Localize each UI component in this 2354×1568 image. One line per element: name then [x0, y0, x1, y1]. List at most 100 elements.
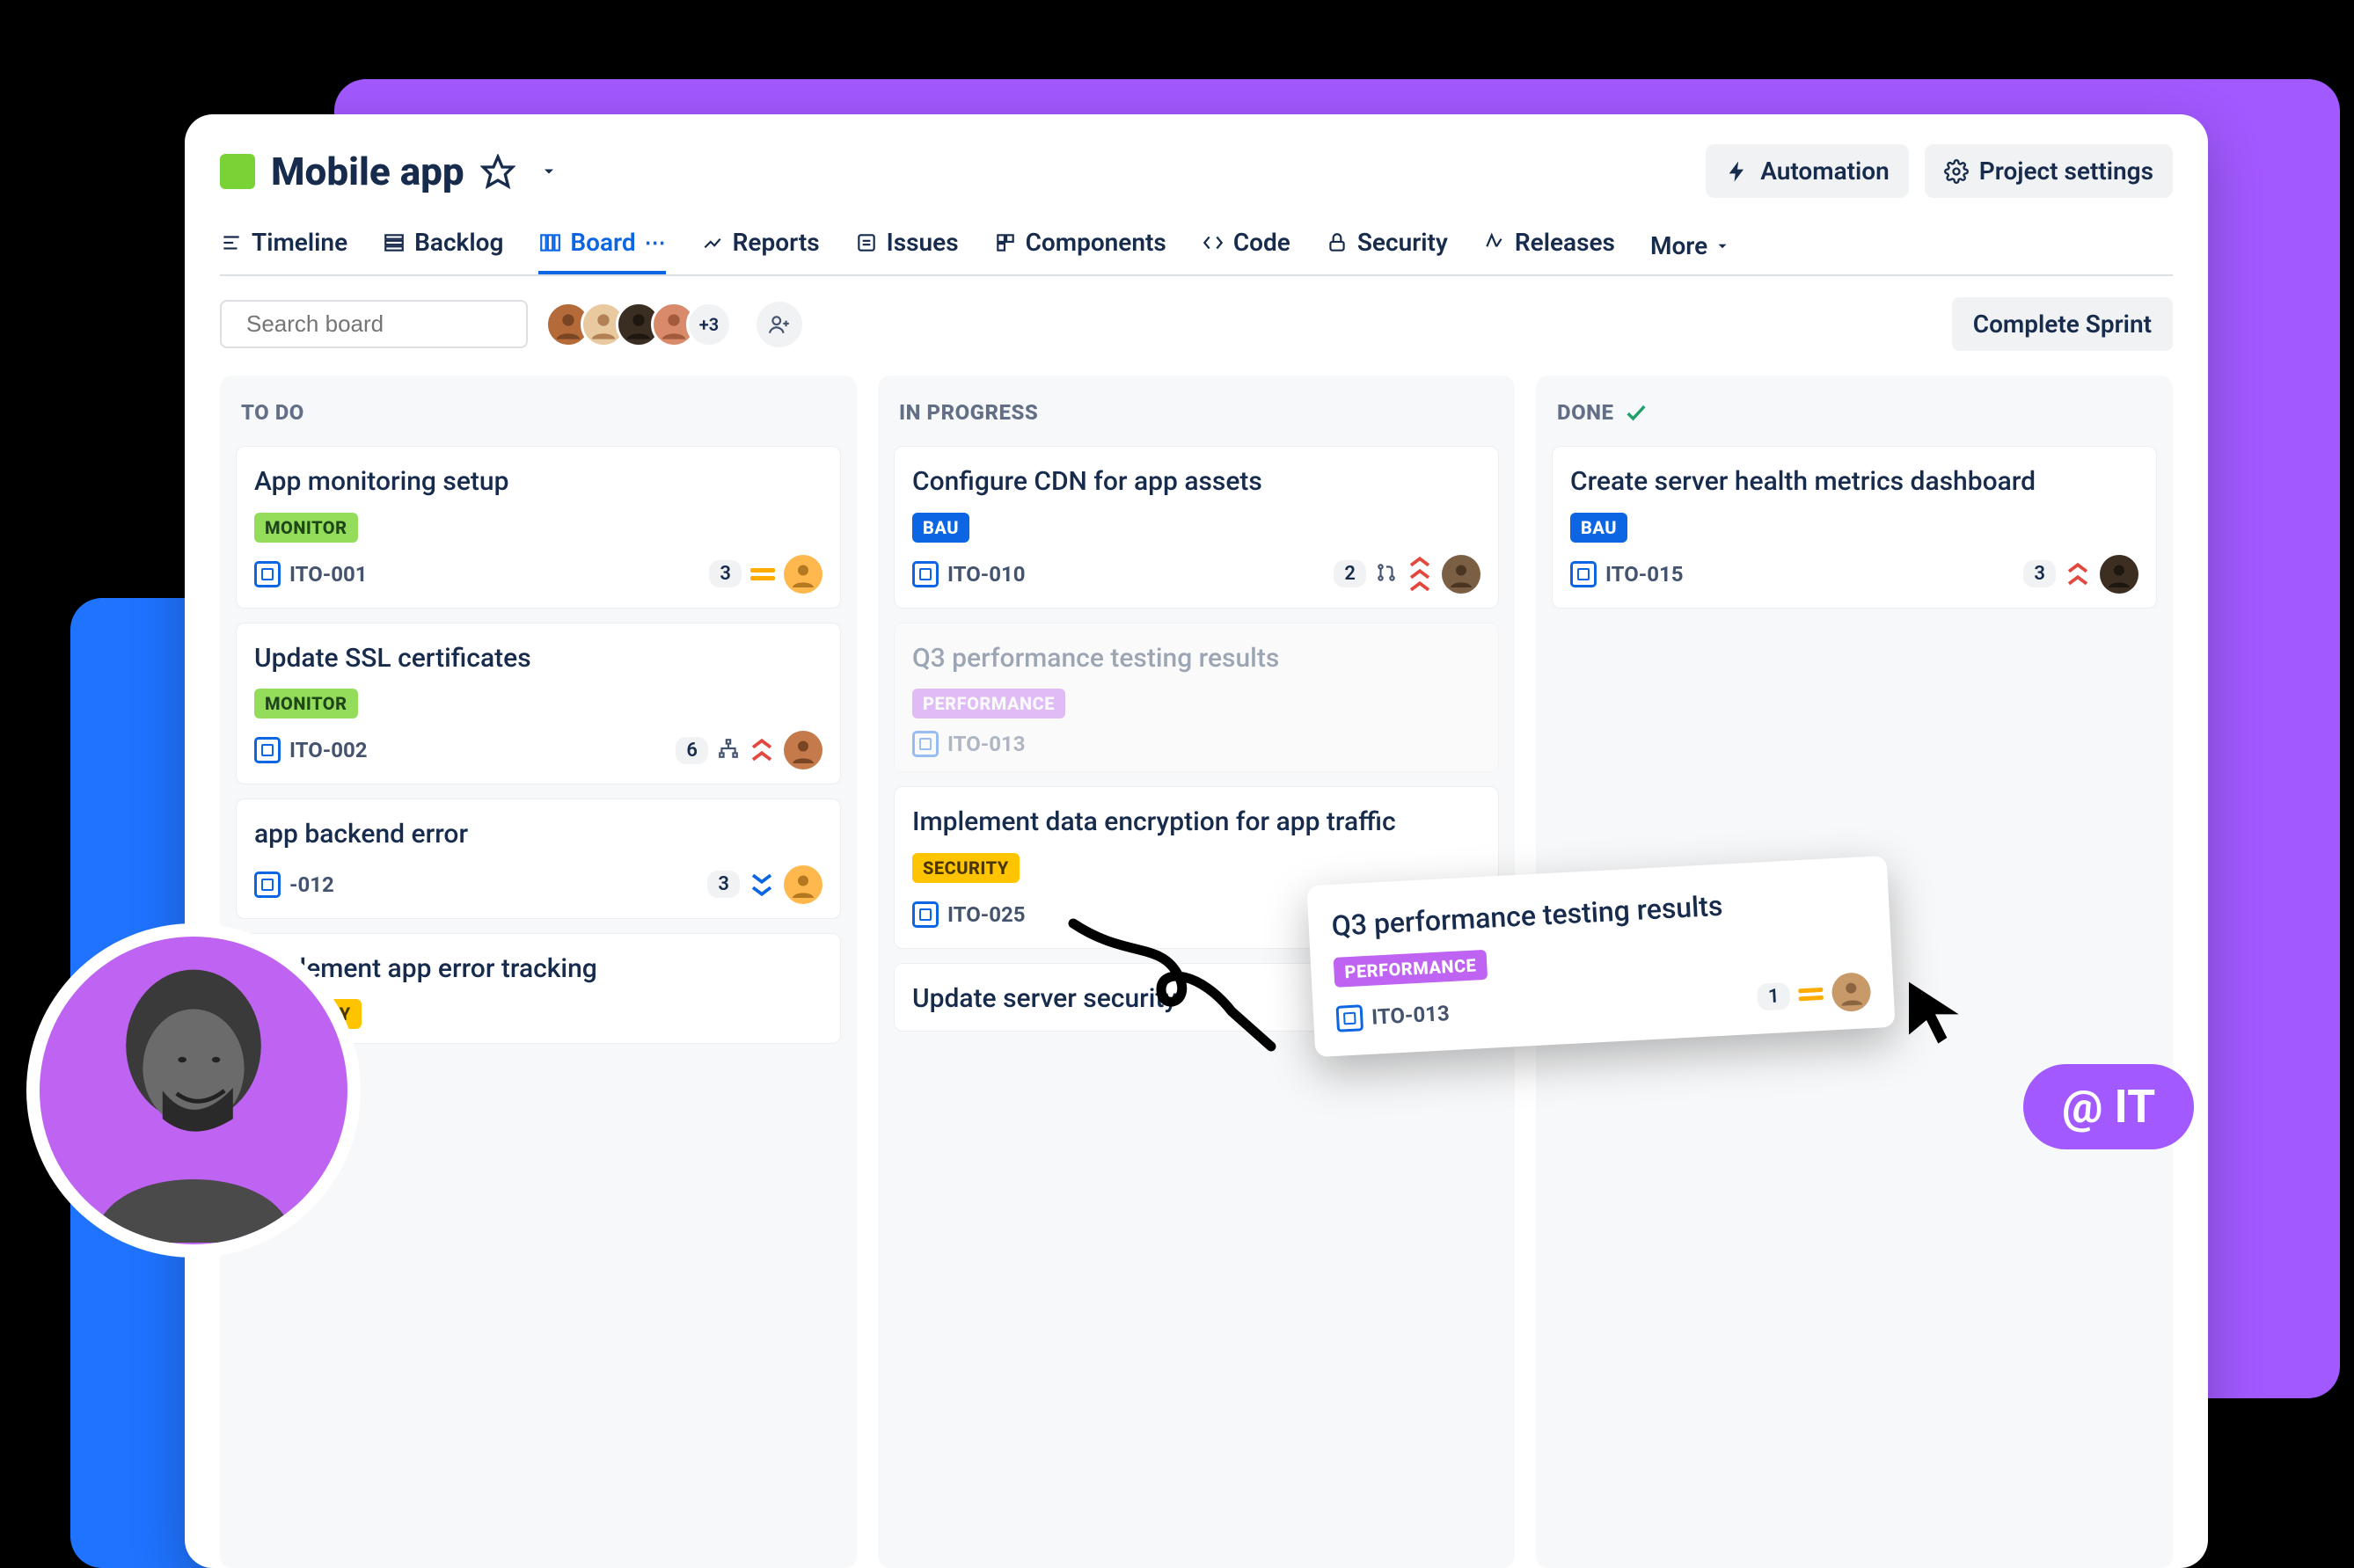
star-button[interactable]: [480, 154, 515, 189]
search-input[interactable]: [246, 310, 541, 338]
timeline-icon: [220, 231, 243, 254]
mouse-cursor-icon: [1900, 976, 1970, 1047]
tab-more[interactable]: More: [1650, 231, 1730, 260]
issue-tag: MONITOR: [254, 513, 358, 543]
issue-card[interactable]: Create server health metrics dashboard B…: [1552, 446, 2157, 609]
chevron-down-icon: [1714, 238, 1730, 254]
drag-arrow-annotation: [1056, 906, 1284, 1055]
project-settings-label: Project settings: [1979, 157, 2153, 186]
issue-key: ITO-010: [947, 562, 1026, 587]
issue-key: ITO-025: [947, 902, 1026, 927]
priority-high-icon: [2065, 562, 2091, 587]
pull-request-icon: [1375, 561, 1398, 587]
column-header: TO DO: [236, 397, 841, 432]
tab-issues[interactable]: Issues: [855, 217, 959, 274]
issue-tag: BAU: [912, 513, 969, 543]
automation-label: Automation: [1760, 157, 1890, 186]
assignee-avatar[interactable]: [1831, 972, 1871, 1012]
issue-type-icon: [912, 731, 939, 757]
tab-reports[interactable]: Reports: [701, 217, 820, 274]
priority-low-icon: [749, 872, 775, 897]
tab-code[interactable]: Code: [1202, 217, 1290, 274]
avatar-overflow[interactable]: +3: [686, 302, 732, 347]
column-header: DONE: [1552, 397, 2157, 432]
project-title: Mobile app: [271, 149, 464, 194]
subtask-count: 3: [2023, 560, 2056, 587]
project-settings-button[interactable]: Project settings: [1925, 144, 2173, 198]
issue-key: ITO-002: [289, 738, 368, 762]
tab-releases[interactable]: Releases: [1483, 217, 1615, 274]
tab-components[interactable]: Components: [994, 217, 1166, 274]
backlog-icon: [383, 231, 406, 254]
board-icon: [538, 231, 561, 254]
app-window: Mobile app Automation Project settings T…: [185, 114, 2208, 1568]
issue-tag: BAU: [1570, 513, 1627, 543]
project-dropdown-button[interactable]: [531, 154, 567, 189]
tab-timeline[interactable]: Timeline: [220, 217, 347, 274]
issue-type-icon: [1336, 1004, 1364, 1032]
issue-card[interactable]: Update SSL certificates MONITOR ITO-002 …: [236, 623, 841, 785]
priority-highest-icon: [1407, 556, 1433, 593]
complete-sprint-button[interactable]: Complete Sprint: [1952, 297, 2173, 351]
search-board[interactable]: [220, 300, 528, 348]
assignee-avatar[interactable]: [1442, 555, 1480, 594]
add-person-icon: [768, 313, 791, 336]
issues-icon: [855, 231, 878, 254]
issue-key: ITO-015: [1605, 562, 1684, 587]
project-color-badge: [220, 154, 255, 189]
project-header: Mobile app Automation Project settings: [220, 144, 2173, 198]
issue-type-icon: [254, 561, 281, 587]
automation-button[interactable]: Automation: [1706, 144, 1909, 198]
assignee-avatar[interactable]: [784, 731, 822, 769]
mention-pill[interactable]: @ IT: [2023, 1064, 2194, 1149]
issue-key: ITO-013: [947, 732, 1026, 756]
add-assignee-button[interactable]: [757, 302, 802, 347]
dragging-issue-card[interactable]: Q3 performance testing results PERFORMAN…: [1306, 856, 1895, 1057]
issue-key: -012: [289, 872, 334, 897]
issue-card-ghost: Q3 performance testing results PERFORMAN…: [894, 623, 1499, 773]
issue-type-icon: [912, 901, 939, 928]
releases-icon: [1483, 231, 1506, 254]
issue-card[interactable]: Configure CDN for app assets BAU ITO-010…: [894, 446, 1499, 609]
tab-board-menu-icon[interactable]: ⋯: [645, 230, 666, 255]
user-photo: [53, 945, 334, 1244]
issue-key: ITO-001: [289, 562, 368, 587]
assignee-avatar[interactable]: [784, 555, 822, 594]
issue-tag: PERFORMANCE: [912, 689, 1065, 718]
child-issues-icon: [717, 737, 740, 763]
assignee-avatar[interactable]: [784, 865, 822, 904]
column-header: IN PROGRESS: [894, 397, 1499, 432]
reports-icon: [701, 231, 724, 254]
column-todo: TO DO App monitoring setup MONITOR ITO-0…: [220, 376, 857, 1568]
nav-tabs: Timeline Backlog Board ⋯ Reports Issues …: [220, 217, 2173, 276]
priority-high-icon: [749, 738, 775, 762]
assignee-avatars: +3: [545, 302, 732, 347]
user-photo-bubble: [26, 923, 361, 1258]
gear-icon: [1944, 159, 1969, 184]
priority-medium-icon: [750, 568, 775, 580]
tab-board[interactable]: Board ⋯: [538, 217, 665, 274]
subtask-count: 2: [1334, 560, 1366, 587]
issue-tag: SECURITY: [912, 853, 1020, 883]
lock-icon: [1326, 231, 1349, 254]
issue-tag: MONITOR: [254, 689, 358, 718]
code-icon: [1202, 231, 1225, 254]
tab-security[interactable]: Security: [1326, 217, 1448, 274]
tab-backlog[interactable]: Backlog: [383, 217, 503, 274]
check-icon: [1624, 400, 1649, 425]
issue-tag: PERFORMANCE: [1334, 950, 1488, 988]
issue-card[interactable]: App monitoring setup MONITOR ITO-001 3: [236, 446, 841, 609]
board-toolbar: +3 Complete Sprint: [220, 297, 2173, 351]
assignee-avatar[interactable]: [2100, 555, 2138, 594]
star-icon: [480, 154, 515, 189]
issue-card[interactable]: app backend error -012 3: [236, 799, 841, 919]
subtask-count: 3: [709, 560, 742, 587]
issue-key: ITO-013: [1371, 1001, 1451, 1030]
issue-type-icon: [912, 561, 939, 587]
issue-type-icon: [254, 872, 281, 898]
priority-medium-icon: [1798, 988, 1824, 1001]
subtask-count: 3: [707, 871, 740, 898]
subtask-count: 1: [1757, 982, 1790, 1011]
issue-type-icon: [254, 737, 281, 763]
bolt-icon: [1725, 159, 1750, 184]
